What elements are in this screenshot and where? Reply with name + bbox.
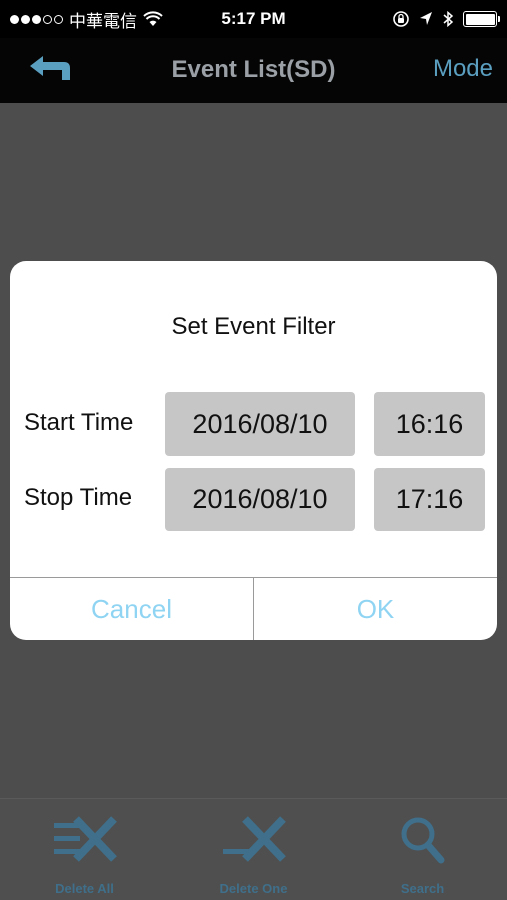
search-label: Search	[400, 881, 445, 896]
start-time-field[interactable]: 16:16	[374, 392, 485, 456]
page-title: Event List(SD)	[171, 56, 336, 83]
status-bar: 中華電信 5:17 PM	[0, 0, 507, 38]
bluetooth-icon	[443, 10, 454, 28]
search-icon	[401, 817, 444, 864]
start-time-label: Start Time	[24, 409, 134, 436]
battery-icon	[463, 11, 500, 27]
stop-time-field[interactable]: 17:16	[374, 468, 485, 531]
delete-one-label: Delete One	[219, 881, 288, 896]
rotation-lock-icon	[393, 11, 409, 27]
stop-time-label: Stop Time	[24, 484, 133, 511]
bottom-toolbar: Delete All Delete One Search	[0, 798, 507, 900]
ok-button[interactable]: OK	[254, 578, 497, 640]
event-filter-dialog: Set Event Filter Start Time 2016/08/10 1…	[10, 261, 497, 640]
delete-one-button[interactable]: Delete One	[169, 799, 338, 900]
delete-all-button[interactable]: Delete All	[0, 799, 169, 900]
search-button[interactable]: Search	[338, 799, 507, 900]
stop-date-field[interactable]: 2016/08/10	[165, 468, 355, 531]
cancel-button[interactable]: Cancel	[10, 578, 253, 640]
battery-fill	[465, 13, 495, 25]
location-icon	[420, 12, 432, 25]
nav-bar: Event List(SD) Mode	[0, 38, 507, 103]
mode-button[interactable]: Mode	[433, 55, 493, 83]
dialog-title: Set Event Filter	[171, 313, 336, 340]
delete-one-icon	[222, 816, 286, 862]
start-date-field[interactable]: 2016/08/10	[165, 392, 355, 456]
delete-all-label: Delete All	[55, 881, 114, 896]
delete-all-icon	[53, 816, 117, 862]
status-icons	[392, 8, 500, 30]
